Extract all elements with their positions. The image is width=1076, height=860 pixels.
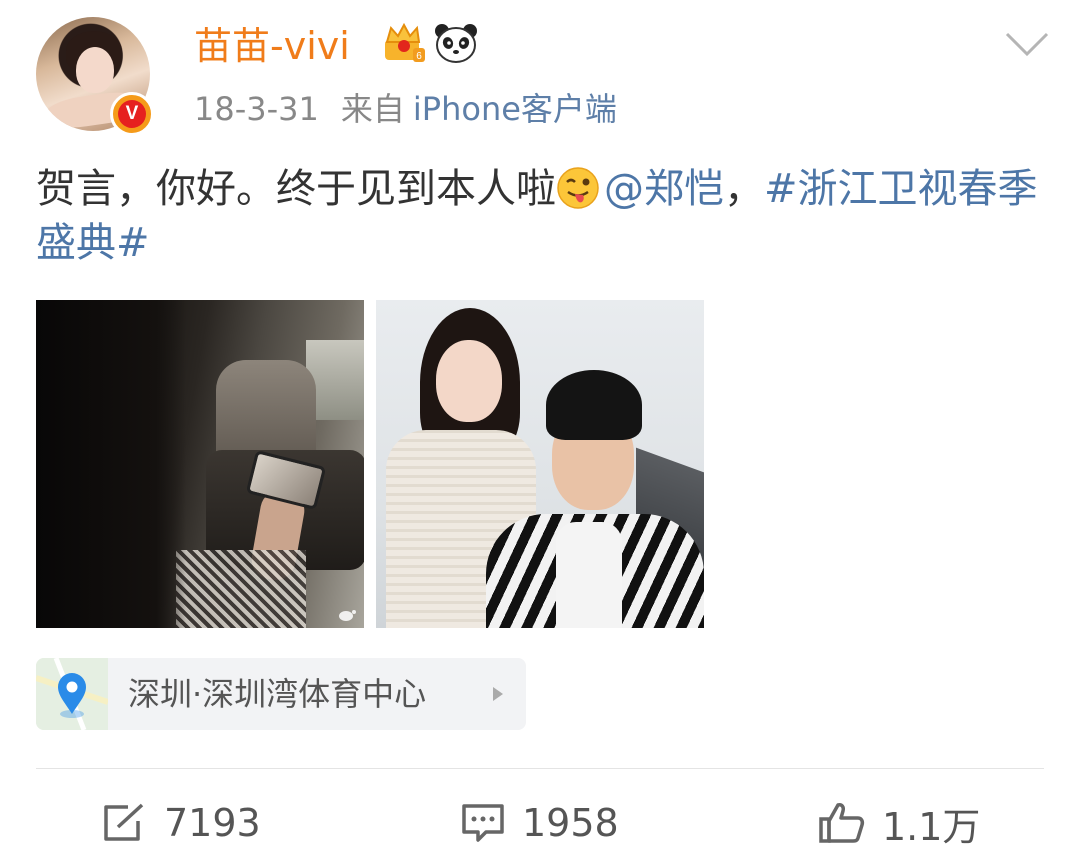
verified-badge-icon: V	[110, 92, 154, 136]
panda-icon	[435, 24, 477, 63]
comment-icon	[462, 804, 504, 842]
comment-count: 1958	[522, 801, 619, 845]
repost-count: 7193	[164, 801, 261, 845]
username[interactable]: 苗苗-vivi	[194, 21, 350, 71]
photo-thumbnail-1[interactable]	[36, 300, 364, 628]
post-text: 贺言，你好。终于见到本人啦 @郑恺，#浙江卫视春季盛典#	[36, 162, 1046, 270]
post-text-separator: ，	[724, 166, 764, 212]
photo-thumbnail-2[interactable]	[376, 300, 704, 628]
post-source-prefix: 来自	[340, 90, 405, 128]
caret-right-icon	[493, 687, 503, 701]
like-count: 1.1万	[882, 804, 981, 849]
post-source-client[interactable]: iPhone客户端	[413, 90, 617, 128]
mention-link[interactable]: @郑恺	[604, 166, 724, 212]
chevron-down-icon[interactable]	[1004, 30, 1050, 58]
post-meta: 18-3-31 来自 iPhone客户端	[194, 86, 617, 132]
man-hair	[546, 370, 642, 440]
repost-icon	[104, 803, 144, 841]
location-label: 深圳·深圳湾体育中心	[128, 675, 427, 713]
weibo-watermark-icon	[339, 610, 356, 621]
weibo-post: V 苗苗-vivi 6 18-3-31 来自 iPhone客户端 贺言，你好。终于见…	[0, 0, 1076, 860]
post-time: 18-3-31	[194, 90, 319, 128]
hair-foreground	[36, 300, 186, 628]
crown-member-icon[interactable]: 6	[383, 22, 425, 64]
location-pin-icon	[36, 658, 108, 730]
location-card[interactable]: 深圳·深圳湾体育中心	[36, 658, 526, 730]
avatar-face	[76, 47, 114, 93]
man-tshirt	[556, 522, 622, 628]
thumbs-up-icon	[819, 803, 865, 843]
woman-face	[436, 340, 502, 422]
skirt	[176, 550, 306, 628]
like-button[interactable]: 1.1万	[818, 790, 980, 856]
repost-button[interactable]: 7193	[102, 790, 261, 856]
divider	[36, 768, 1044, 769]
post-text-body: 贺言，你好。终于见到本人啦	[36, 166, 556, 212]
tongue-wink-emoji-icon	[557, 167, 599, 209]
svg-text:6: 6	[416, 51, 422, 62]
comment-button[interactable]: 1958	[460, 790, 619, 856]
